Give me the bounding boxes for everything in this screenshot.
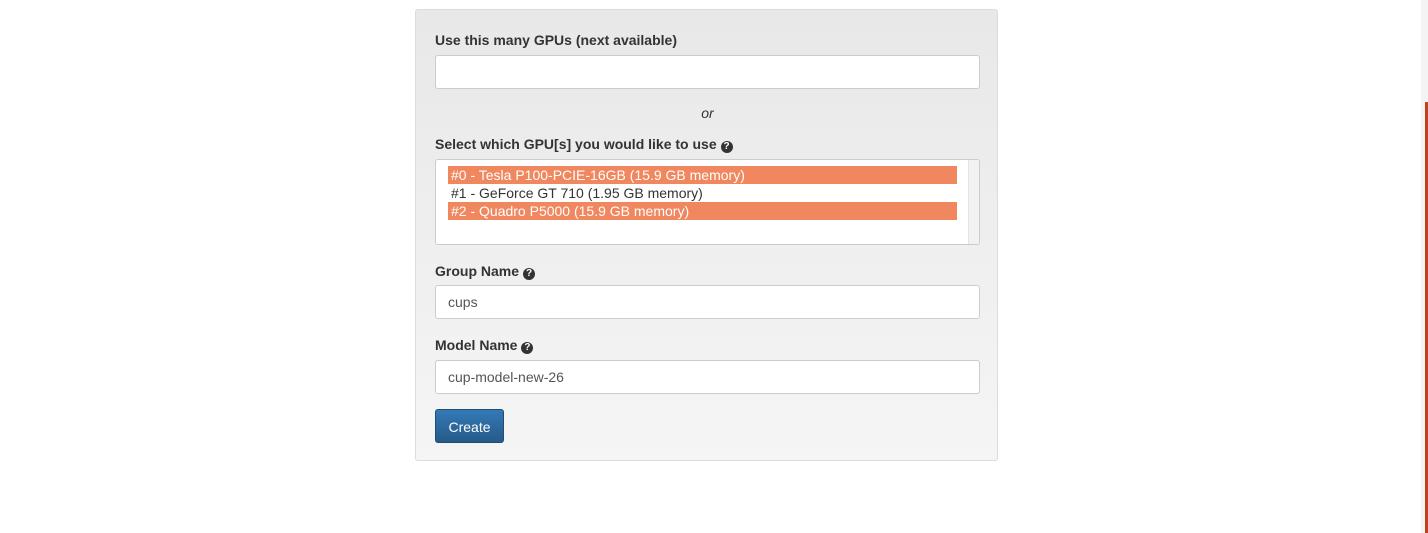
gpu-multiselect[interactable]: #0 - Tesla P100-PCIE-16GB (15.9 GB memor… [435,159,980,245]
question-circle-icon[interactable]: ? [720,141,733,153]
model-name-label: Model Name? [435,336,534,354]
gpu-count-label: Use this many GPUs (next available) [435,31,677,49]
question-circle-icon[interactable]: ? [521,342,534,354]
gpu-count-input[interactable] [435,55,980,89]
gpu-select-scrollbar[interactable] [968,160,979,244]
gpu-option-1[interactable]: #1 - GeForce GT 710 (1.95 GB memory) [448,184,957,202]
gpu-count-label-text: Use this many GPUs (next available) [435,32,677,48]
gpu-select-label: Select which GPU[s] you would like to us… [435,135,733,153]
create-button[interactable]: Create [435,409,504,443]
group-name-label: Group Name? [435,262,536,280]
gpu-select-label-text: Select which GPU[s] you would like to us… [435,136,717,152]
gpu-option-0[interactable]: #0 - Tesla P100-PCIE-16GB (15.9 GB memor… [448,166,957,184]
new-model-form-panel: Use this many GPUs (next available) or S… [415,9,998,461]
group-name-label-text: Group Name [435,263,520,279]
model-name-input[interactable] [435,360,980,394]
or-separator: or [701,105,714,121]
model-name-label-text: Model Name [435,337,518,353]
page-scrollbar[interactable] [1421,0,1428,533]
group-name-input[interactable] [435,285,980,319]
gpu-option-2[interactable]: #2 - Quadro P5000 (15.9 GB memory) [448,202,957,220]
question-circle-icon[interactable]: ? [523,268,536,280]
